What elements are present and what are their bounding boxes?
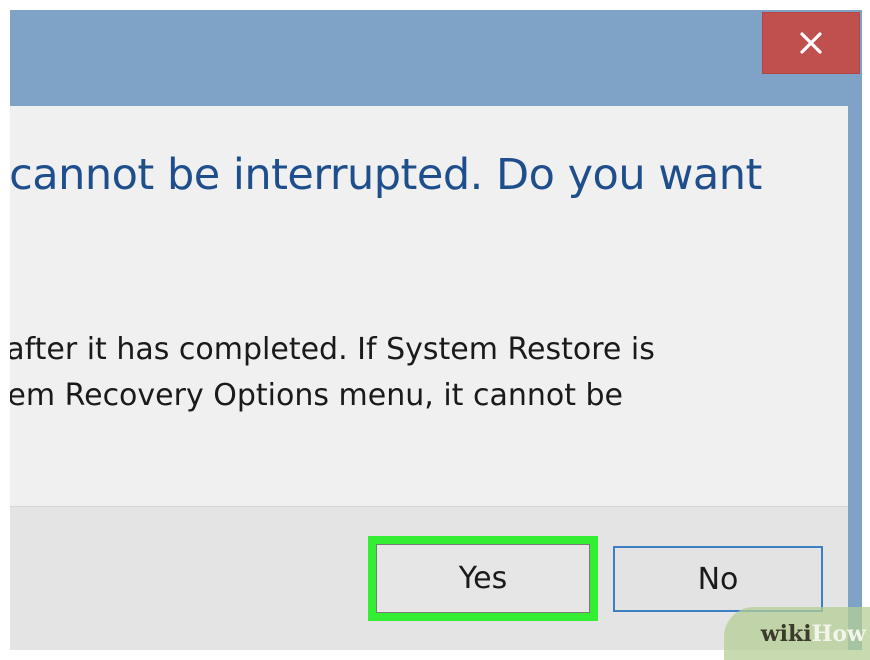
- watermark-wiki: wiki: [760, 620, 812, 647]
- yes-button[interactable]: Yes: [368, 536, 598, 621]
- close-x-icon: [800, 32, 822, 54]
- body-line-2: stem Recovery Options menu, it cannot be: [10, 378, 624, 413]
- yes-button-label: Yes: [376, 544, 590, 613]
- watermark-how: How: [811, 620, 866, 647]
- wikihow-watermark: wiki How: [724, 607, 870, 660]
- dialog-body: il after it has completed. If System Res…: [10, 327, 655, 419]
- dialog-button-bar: Yes No: [10, 506, 848, 650]
- dialog-window: e cannot be interrupted. Do you want il …: [10, 10, 862, 650]
- close-button[interactable]: [762, 12, 860, 74]
- body-line-1: il after it has completed. If System Res…: [10, 332, 655, 367]
- dialog-heading: e cannot be interrupted. Do you want: [10, 150, 762, 200]
- no-button[interactable]: No: [613, 546, 823, 612]
- dialog-content: e cannot be interrupted. Do you want il …: [10, 106, 848, 506]
